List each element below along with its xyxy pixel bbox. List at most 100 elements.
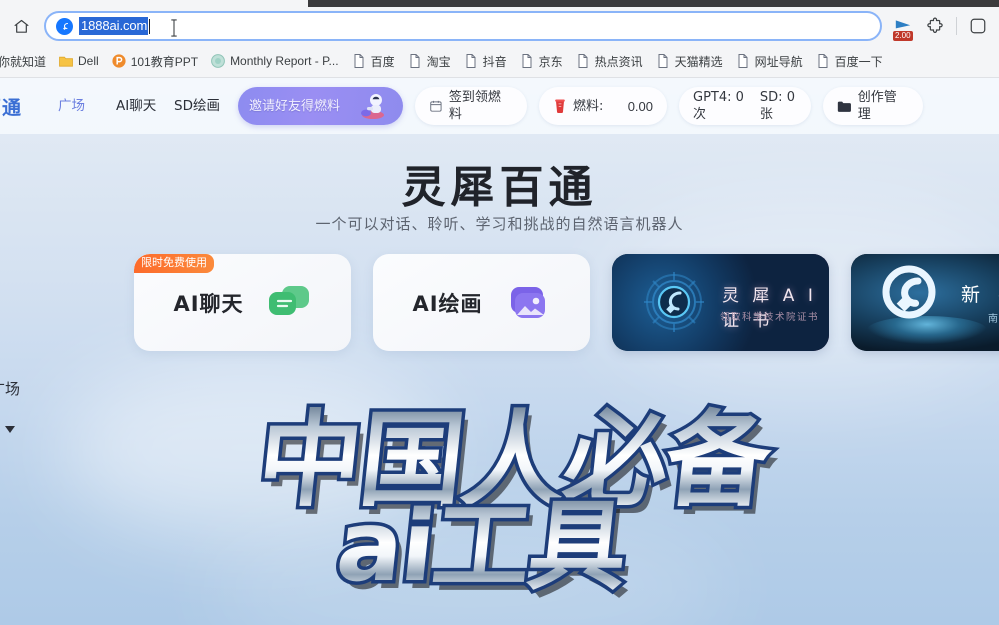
web-page-content: 百通 广场 AI聊天 SD绘画 邀请好友得燃料 签到领燃料 [0, 78, 999, 625]
certificate-card-title: 灵 犀 A I 证 书 [722, 286, 817, 331]
bookmark-item[interactable]: 百度 [345, 50, 401, 73]
extensions-button[interactable] [920, 11, 950, 41]
bookmark-label: 百度 [370, 54, 395, 69]
bookmark-label: Dell [78, 54, 99, 68]
home-icon [14, 19, 28, 33]
address-bar[interactable]: 1888ai.com [44, 11, 882, 41]
tabstrip-left-filler [0, 0, 308, 7]
creation-manage-label: 创作管理 [857, 90, 897, 122]
image-picture-icon [505, 282, 551, 324]
sd-quota-label: SD: 0 [759, 90, 795, 105]
bookmark-label: 101教育PPT [130, 54, 199, 69]
quota-chip[interactable]: GPT4: 0 次 SD: 0 张 [679, 87, 811, 125]
chat-bubble-icon [266, 282, 312, 324]
overlay-line2-shadow: ai工具 [337, 498, 638, 612]
bookmark-label: 你就知道 [0, 54, 47, 69]
gpt4-quota: GPT4: 0 次 [693, 89, 744, 123]
folder-icon [59, 56, 73, 67]
chevron-down-icon[interactable] [2, 423, 18, 435]
bookmark-item[interactable]: 淘宝 [401, 50, 457, 73]
bookmark-item[interactable]: 热点资讯 [569, 50, 649, 73]
rhino-logo-icon [882, 265, 936, 319]
bookmark-item[interactable]: 你就知道 [0, 50, 52, 73]
guide-card-subtitle: 南 [988, 314, 999, 325]
bg-glow [60, 358, 440, 538]
page-title: 灵犀百通 [401, 162, 598, 213]
nav-item-plaza[interactable]: 广场 [54, 97, 112, 116]
bookmark-label: 百度一下 [834, 54, 883, 69]
home-button[interactable] [4, 11, 38, 41]
bookmark-item[interactable]: 京东 [513, 50, 569, 73]
fuel-balance-chip[interactable]: 燃料: 0.00 [539, 87, 667, 125]
nav-item-ai-chat[interactable]: AI聊天 [112, 97, 170, 116]
site-favicon [56, 17, 73, 35]
certificate-card-subtitle: 领取科学技术院证书 [720, 312, 820, 323]
sd-quota-unit: 张 [759, 107, 773, 122]
bookmark-label: 淘宝 [426, 54, 451, 69]
sidebar-item-plaza[interactable]: 广场 [0, 378, 20, 399]
gpt4-quota-label: GPT4: 0 [693, 90, 744, 105]
invite-friends-button[interactable]: 邀请好友得燃料 [238, 87, 403, 125]
calendar-icon [430, 100, 442, 112]
page-icon [738, 54, 748, 68]
ai-chat-card[interactable]: 限时免费使用 AI聊天 [134, 254, 351, 351]
app-logo[interactable]: 百通 [0, 93, 54, 120]
page-icon [522, 54, 532, 68]
bookmark-item[interactable]: 网址导航 [729, 50, 809, 73]
bookmark-item[interactable]: Dell [52, 50, 105, 72]
bookmark-label: Monthly Report - P... [230, 54, 339, 68]
checkin-button[interactable]: 签到领燃料 [415, 87, 527, 125]
astronaut-icon [361, 94, 384, 119]
media-cast-button[interactable]: 2.00 [888, 11, 918, 41]
page-subtitle: 一个可以对话、聆听、学习和挑战的自然语言机器人 [315, 215, 684, 233]
bookmark-label: 网址导航 [754, 54, 803, 69]
bookmark-label: 天猫精选 [674, 54, 723, 69]
tabstrip-remnant [308, 0, 999, 7]
beginner-guide-card[interactable]: 新 手 指 南 [851, 254, 999, 351]
rhino-logo-icon [644, 272, 704, 332]
overlay-wordart: 中国人必备 中国人必备 ai工具 ai工具 [0, 368, 999, 625]
browser-chrome: 1888ai.com 2.00 你就知道 Dell 101教育PPT Month… [0, 0, 999, 78]
toolbar-divider [956, 17, 957, 35]
page-icon [354, 54, 364, 68]
bookmark-item[interactable]: 101教育PPT [105, 50, 204, 73]
browser-toolbar: 1888ai.com 2.00 [0, 7, 999, 45]
page-icon [818, 54, 828, 68]
bookmark-label: 京东 [538, 54, 563, 69]
profile-button[interactable] [963, 11, 993, 41]
bg-glow [210, 508, 730, 625]
page-icon [578, 54, 588, 68]
mouse-ibeam-cursor-icon [171, 19, 177, 37]
folder-icon [837, 101, 851, 112]
ai-certificate-card[interactable]: 灵 犀 A I 证 书 领取科学技术院证书 [612, 254, 829, 351]
page-icon [410, 54, 420, 68]
page-icon [466, 54, 476, 68]
ai-paint-card[interactable]: AI绘画 [373, 254, 590, 351]
bookmark-item[interactable]: 抖音 [457, 50, 513, 73]
gpt4-quota-unit: 次 [693, 107, 707, 122]
bookmark-item[interactable]: Monthly Report - P... [204, 50, 345, 72]
rhino-logo-icon [59, 20, 70, 32]
feature-cards-row: 限时免费使用 AI聊天 AI绘画 灵 犀 A I 证 书 领取科学技术院证书 新… [134, 254, 999, 351]
creation-manage-button[interactable]: 创作管理 [823, 87, 923, 125]
fuel-cup-icon [555, 99, 565, 114]
checkin-label: 签到领燃料 [448, 90, 501, 122]
free-trial-ribbon: 限时免费使用 [134, 254, 214, 273]
overlay-line1: 中国人必备 [252, 399, 777, 521]
report-icon [211, 54, 225, 68]
extensions-puzzle-icon [927, 17, 943, 33]
address-bar-url[interactable]: 1888ai.com [79, 17, 149, 35]
sd-quota: SD: 0 张 [760, 89, 795, 123]
media-badge: 2.00 [893, 31, 913, 41]
fuel-label: 燃料: [573, 98, 604, 114]
fuel-value: 0.00 [627, 98, 653, 114]
overlay-line2: ai工具 [331, 490, 632, 604]
invite-friends-label: 邀请好友得燃料 [249, 98, 341, 114]
app-navbar: 百通 广场 AI聊天 SD绘画 邀请好友得燃料 签到领燃料 [0, 78, 999, 134]
bookmark-item[interactable]: 百度一下 [809, 50, 889, 73]
bookmark-item[interactable]: 天猫精选 [649, 50, 729, 73]
page-icon [658, 54, 668, 68]
toolbar-right-actions: 2.00 [888, 11, 996, 41]
nav-item-sd-paint[interactable]: SD绘画 [170, 97, 228, 116]
text-caret [149, 18, 151, 34]
